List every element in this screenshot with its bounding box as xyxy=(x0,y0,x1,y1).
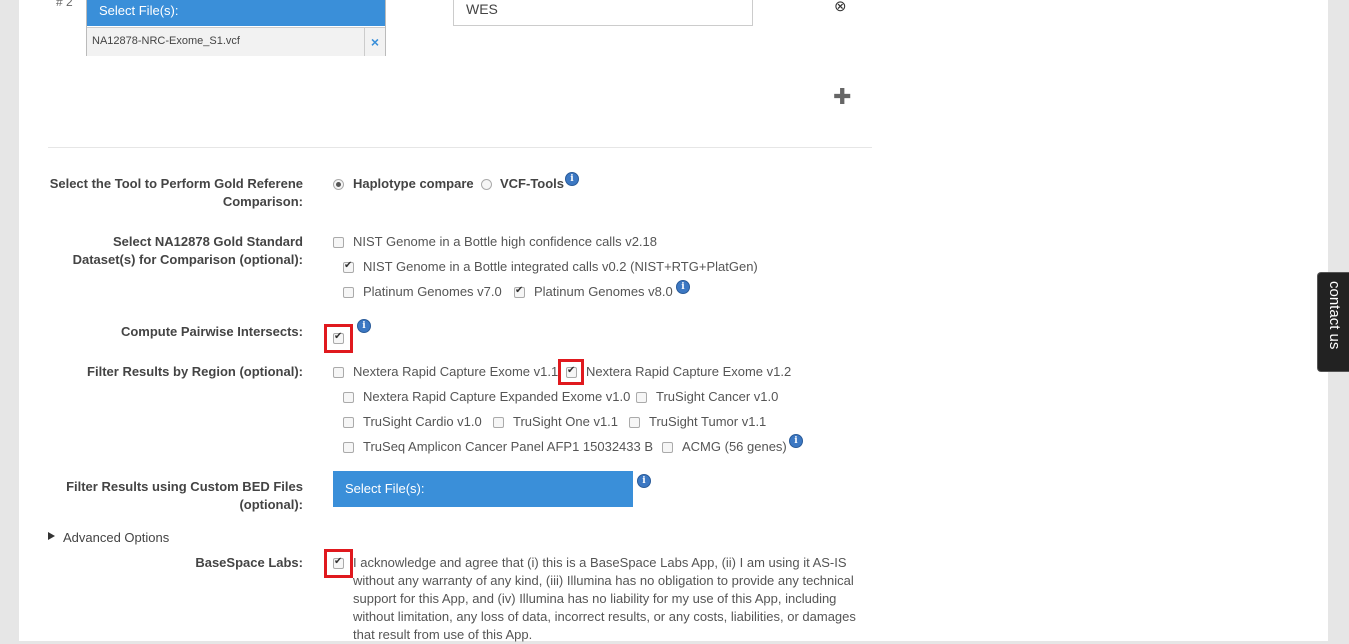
pairwise-checkbox[interactable] xyxy=(333,331,344,344)
nextera-v11-label: Nextera Rapid Capture Exome v1.1 xyxy=(353,364,559,379)
info-icon[interactable]: i xyxy=(676,280,690,294)
haplotype-compare-radio[interactable] xyxy=(333,179,344,190)
advanced-options-label: Advanced Options xyxy=(63,530,170,545)
pairwise-label: Compute Pairwise Intersects: xyxy=(120,324,303,339)
info-icon[interactable]: i xyxy=(357,319,371,333)
truseq-amplicon-label: TruSeq Amplicon Cancer Panel AFP1 150324… xyxy=(363,439,654,454)
truseq-amplicon-checkbox[interactable] xyxy=(343,442,354,453)
caret-right-icon xyxy=(48,532,55,540)
trusight-cardio-checkbox[interactable] xyxy=(343,417,354,428)
info-icon[interactable]: i xyxy=(565,172,579,186)
basespace-agreement-text: I acknowledge and agree that (i) this is… xyxy=(353,555,856,642)
nextera-v11-checkbox[interactable] xyxy=(333,367,344,378)
trusight-one-label: TruSight One v1.1 xyxy=(513,414,619,429)
custom-bed-label: Filter Results using Custom BED Files (o… xyxy=(66,479,303,512)
platinum-v7-label: Platinum Genomes v7.0 xyxy=(363,284,502,299)
info-icon[interactable]: i xyxy=(637,474,651,488)
tool-label: Select the Tool to Perform Gold Referene… xyxy=(49,176,303,209)
add-sample-icon[interactable]: ✚ xyxy=(833,85,851,109)
acmg-checkbox[interactable] xyxy=(662,442,673,453)
haplotype-compare-label: Haplotype compare xyxy=(353,176,474,191)
nist-v218-label: NIST Genome in a Bottle high confidence … xyxy=(353,234,657,249)
remove-sample-icon[interactable]: ⊗ xyxy=(834,0,847,16)
file-chip: NA12878-NRC-Exome_S1.vcf × xyxy=(87,27,385,56)
basespace-label: BaseSpace Labs: xyxy=(195,555,303,570)
file-name: NA12878-NRC-Exome_S1.vcf xyxy=(92,35,240,47)
basespace-agree-checkbox[interactable] xyxy=(333,556,344,569)
sample-name-input[interactable] xyxy=(453,0,753,26)
filter-region-label: Filter Results by Region (optional): xyxy=(87,364,303,379)
platinum-v7-checkbox[interactable] xyxy=(343,287,354,298)
vcf-tools-label: VCF-Tools xyxy=(500,176,565,191)
nextera-expanded-label: Nextera Rapid Capture Expanded Exome v1.… xyxy=(363,389,631,404)
file-selector: Select File(s): NA12878-NRC-Exome_S1.vcf… xyxy=(86,0,386,56)
nist-integrated-checkbox[interactable] xyxy=(343,260,354,273)
trusight-cancer-checkbox[interactable] xyxy=(636,392,647,403)
nist-integrated-label: NIST Genome in a Bottle integrated calls… xyxy=(363,259,758,274)
sample-row-number: # 2 xyxy=(56,0,73,9)
custom-bed-select-button[interactable]: Select File(s): xyxy=(333,471,633,507)
nextera-v12-label: Nextera Rapid Capture Exome v1.2 xyxy=(586,364,792,379)
platinum-v8-label: Platinum Genomes v8.0 xyxy=(534,284,673,299)
info-icon[interactable]: i xyxy=(789,434,803,448)
contact-us-tab[interactable]: contact us xyxy=(1317,272,1349,372)
gold-standard-label: Select NA12878 Gold Standard Dataset(s) … xyxy=(72,234,303,267)
trusight-tumor-label: TruSight Tumor v1.1 xyxy=(649,414,767,429)
trusight-cancer-label: TruSight Cancer v1.0 xyxy=(656,389,779,404)
select-files-label: Select File(s): xyxy=(99,3,179,18)
contact-us-label: contact us xyxy=(1326,281,1343,350)
trusight-tumor-checkbox[interactable] xyxy=(629,417,640,428)
trusight-one-checkbox[interactable] xyxy=(493,417,504,428)
platinum-v8-checkbox[interactable] xyxy=(514,285,525,298)
nextera-v12-checkbox[interactable] xyxy=(566,365,577,378)
acmg-label: ACMG (56 genes) xyxy=(682,439,787,454)
nist-v218-checkbox[interactable] xyxy=(333,237,344,248)
custom-bed-button-label: Select File(s): xyxy=(345,481,425,496)
vcf-tools-radio[interactable] xyxy=(481,179,492,190)
trusight-cardio-label: TruSight Cardio v1.0 xyxy=(363,414,482,429)
divider xyxy=(48,147,872,148)
page xyxy=(19,0,1328,641)
nextera-expanded-checkbox[interactable] xyxy=(343,392,354,403)
select-files-button[interactable]: Select File(s): xyxy=(87,0,385,26)
remove-file-icon[interactable]: × xyxy=(364,28,385,56)
